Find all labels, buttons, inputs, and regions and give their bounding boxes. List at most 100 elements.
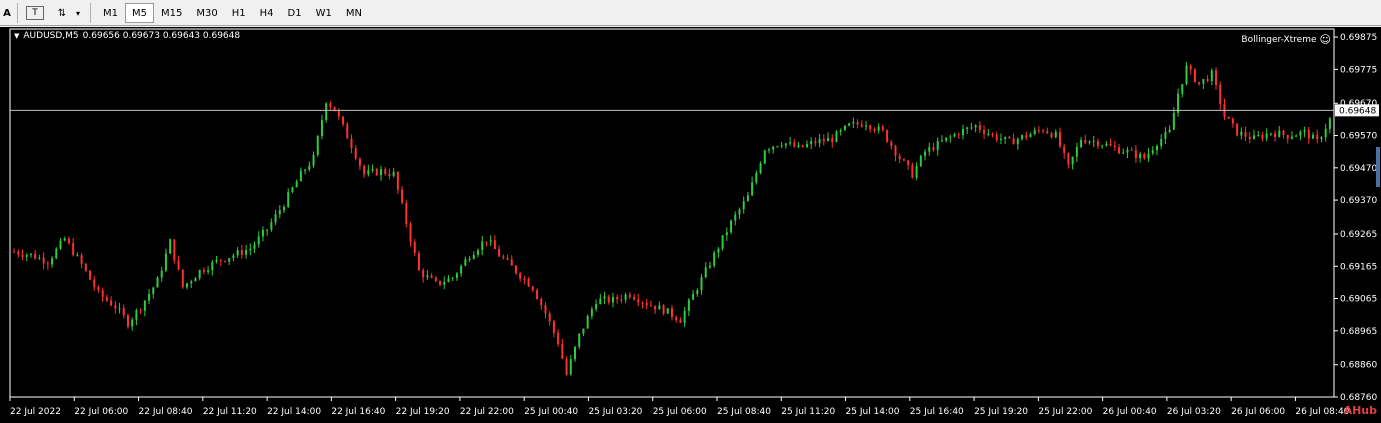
candle-body: [527, 278, 530, 287]
candle-body: [1021, 135, 1024, 139]
candle-body: [354, 148, 357, 159]
price-tag-label: 0.69648: [1339, 106, 1376, 116]
candle-body: [540, 298, 543, 306]
candle-body: [299, 170, 302, 182]
text-tool-button[interactable]: A: [0, 3, 14, 23]
x-tick-label: 25 Jul 03:20: [588, 407, 642, 417]
candle-body: [455, 273, 458, 278]
candle-body: [156, 277, 159, 288]
candle-body: [679, 320, 682, 323]
candle-body: [1096, 141, 1099, 146]
x-tick-label: 22 Jul 08:40: [139, 407, 193, 417]
candle-body: [666, 308, 669, 314]
candle-body: [320, 120, 323, 137]
candle-body: [881, 126, 884, 131]
candle-body: [152, 287, 155, 295]
candle-body: [160, 270, 163, 278]
candle-body: [1185, 65, 1188, 85]
candle-body: [1063, 146, 1066, 154]
arrows-dropdown-button[interactable]: ▾: [72, 3, 84, 23]
candle-body: [514, 265, 517, 274]
timeframe-button-m15[interactable]: M15: [154, 3, 189, 23]
candle-body: [114, 305, 117, 309]
timeframe-label: M5: [132, 7, 147, 19]
timeframe-button-h1[interactable]: H1: [225, 3, 253, 23]
candle-body: [110, 300, 113, 306]
candle-body: [713, 252, 716, 266]
candle-body: [384, 169, 387, 174]
candle-body: [181, 269, 184, 288]
candle-body: [451, 277, 454, 279]
candle-body: [101, 290, 104, 297]
candle-body: [1025, 135, 1028, 138]
candle-body: [291, 187, 294, 193]
candle-body: [1147, 153, 1150, 159]
candle-body: [1227, 116, 1230, 119]
timeframe-button-h4[interactable]: H4: [253, 3, 281, 23]
arrows-tool-button[interactable]: ⇅: [54, 3, 70, 23]
candle-body: [755, 172, 758, 183]
candle-body: [25, 254, 28, 257]
candle-body: [1290, 136, 1293, 139]
candle-body: [472, 254, 475, 259]
smiley-icon: ☺: [1319, 33, 1331, 46]
candle-body: [725, 232, 728, 236]
timeframe-label: M15: [161, 7, 183, 19]
candle-body: [704, 267, 707, 278]
ohlc-values: 0.69656 0.69673 0.69643 0.69648: [82, 31, 241, 41]
candle-body: [202, 270, 205, 272]
collapse-triangle-icon[interactable]: ▼: [14, 32, 19, 40]
timeframe-button-m1[interactable]: M1: [96, 3, 125, 23]
candle-body: [1160, 138, 1163, 146]
chevron-down-icon: ▾: [75, 8, 80, 18]
timeframe-button-mn[interactable]: MN: [339, 3, 369, 23]
candle-body: [93, 279, 96, 288]
x-tick-label: 22 Jul 06:00: [74, 407, 128, 417]
chart-canvas: 0.698750.697750.696700.695700.694700.693…: [9, 28, 1380, 417]
x-tick-label: 22 Jul 11:20: [203, 407, 257, 417]
candle-body: [1139, 153, 1142, 159]
candle-body: [84, 263, 87, 271]
candle-body: [628, 294, 631, 297]
x-tick-label: 25 Jul 11:20: [781, 407, 835, 417]
candle-body: [957, 134, 960, 136]
candle-body: [582, 328, 585, 334]
text-label-tool-button[interactable]: T: [26, 6, 44, 20]
x-tick-label: 25 Jul 19:20: [974, 407, 1028, 417]
text-tool-icon: A: [3, 7, 11, 19]
y-tick-label: 0.69265: [1340, 230, 1377, 240]
timeframe-group: M1 M5 M15 M30 H1 H4 D1 W1 MN: [96, 3, 369, 23]
indicator-name: Bollinger-Xtreme: [1241, 34, 1317, 45]
candle-body: [342, 116, 345, 125]
candle-body: [654, 305, 657, 310]
timeframe-button-d1[interactable]: D1: [281, 3, 309, 23]
candle-body: [523, 278, 526, 280]
timeframe-button-m30[interactable]: M30: [189, 3, 224, 23]
indicator-label[interactable]: Bollinger-Xtreme ☺: [1241, 33, 1331, 46]
candle-body: [261, 230, 264, 237]
candle-body: [1236, 123, 1239, 136]
candle-body: [1181, 84, 1184, 94]
candle-body: [510, 259, 513, 266]
candle-body: [350, 138, 353, 149]
candle-body: [1088, 141, 1091, 143]
candle-body: [801, 145, 804, 147]
timeframe-button-w1[interactable]: W1: [309, 3, 339, 23]
candle-body: [1050, 133, 1053, 138]
candle-body: [253, 244, 256, 249]
candle-body: [1248, 136, 1251, 140]
candle-body: [312, 154, 315, 166]
candle-body: [603, 296, 606, 299]
candle-body: [978, 125, 981, 130]
y-tick-label: 0.69165: [1340, 262, 1377, 272]
timeframe-button-m5[interactable]: M5: [125, 3, 154, 23]
candle-body: [797, 145, 800, 147]
candle-body: [519, 273, 522, 279]
candle-body: [401, 189, 404, 203]
candle-body: [1193, 69, 1196, 82]
price-chart[interactable]: 0.69875 0.69775 0.69670 0.69570 0.69470 0.693…: [0, 27, 1381, 423]
candle-body: [856, 122, 859, 125]
timeframe-label: H1: [231, 7, 246, 19]
candle-body: [894, 146, 897, 156]
candle-body: [1286, 134, 1289, 139]
